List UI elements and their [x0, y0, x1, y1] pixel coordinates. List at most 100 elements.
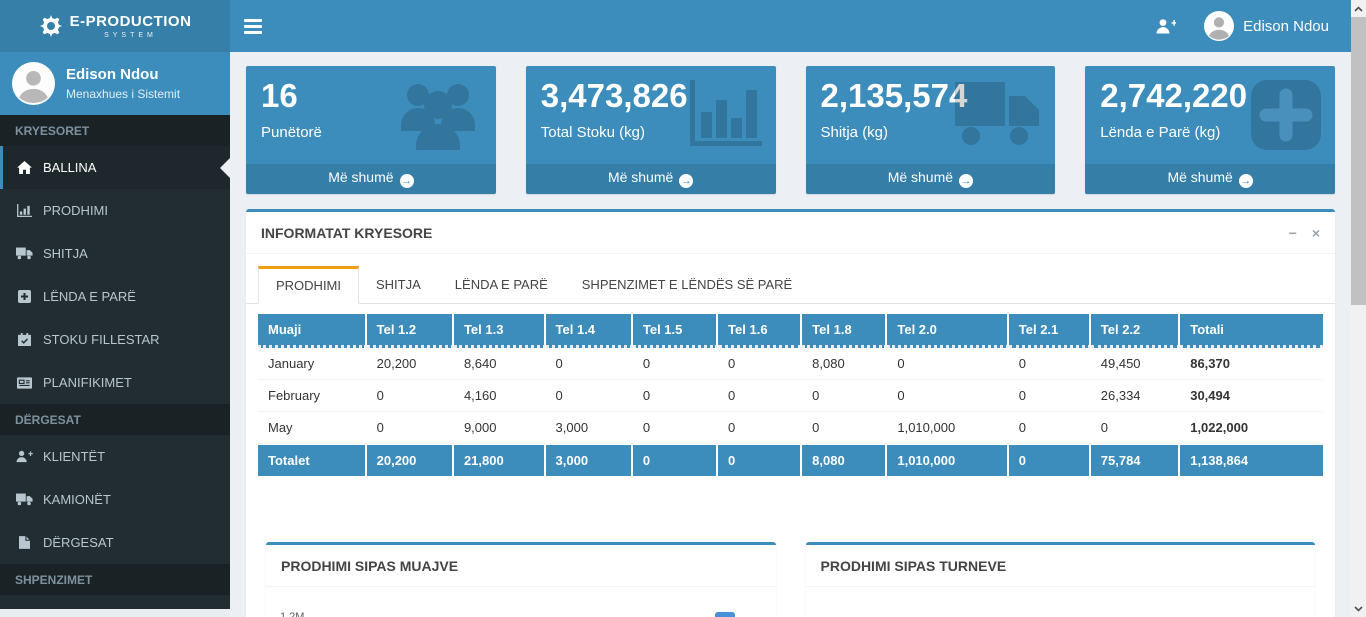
- app-root: E-PRODUCTION SYSTEM Edison Ndou Edison N…: [0, 0, 1366, 617]
- stat-cards-row: 16 Punëtorë Më shumë → 3,473,826 Total St…: [246, 66, 1335, 194]
- bar-chart-icon: [15, 204, 33, 217]
- column-header: Tel 1.6: [718, 314, 803, 348]
- menu-section-shpenzimet: SHPENZIMET: [0, 564, 230, 595]
- sidebar-item-klientet[interactable]: KLIENTËT: [0, 435, 230, 478]
- tab-lenda-e-pare[interactable]: LËNDA E PARË: [438, 266, 565, 304]
- sidebar-item-label: KLIENTËT: [43, 449, 106, 464]
- menu-section-dergesat: DËRGESAT: [0, 404, 230, 435]
- more-link[interactable]: Më shumë →: [1085, 164, 1335, 194]
- sidebar-menu: KRYESORET BALLINA PRODHIMI SHITJA LËNDA …: [0, 115, 230, 595]
- sidebar-item-planifikimet[interactable]: PLANIFIKIMET: [0, 361, 230, 404]
- sidebar-item-shitja[interactable]: SHITJA: [0, 232, 230, 275]
- sidebar-toggle-button[interactable]: [230, 0, 276, 52]
- sidebar-item-label: SHITJA: [43, 246, 88, 261]
- cell-month: May: [258, 412, 367, 444]
- cell-month: January: [258, 348, 367, 380]
- chart-area: 1.2M: [280, 611, 762, 617]
- more-link[interactable]: Më shumë →: [246, 164, 496, 194]
- navbar: Edison Ndou: [230, 0, 1351, 52]
- table-header-row: Muaji Tel 1.2 Tel 1.3 Tel 1.4 Tel 1.5 Te…: [258, 314, 1323, 348]
- brand-name: E-PRODUCTION: [69, 12, 192, 30]
- avatar: [12, 62, 55, 105]
- production-table: Muaji Tel 1.2 Tel 1.3 Tel 1.4 Tel 1.5 Te…: [258, 314, 1323, 476]
- app-logo[interactable]: E-PRODUCTION SYSTEM: [0, 0, 230, 52]
- column-header: Tel 1.2: [366, 314, 454, 348]
- stat-card-shitja: 2,135,574 Shitja (kg) Më shumë →: [805, 66, 1056, 194]
- arrow-circle-right-icon: →: [959, 174, 974, 188]
- stat-card-lenda-e-pare: 2,742,220 Lënda e Parë (kg) Më shumë →: [1085, 66, 1335, 194]
- collapse-icon[interactable]: −: [1289, 225, 1297, 241]
- menu-section-kryesoret: KRYESORET: [0, 115, 230, 146]
- arrow-circle-right-icon: →: [399, 174, 414, 188]
- sidebar-item-label: LËNDA E PARË: [43, 289, 136, 304]
- sidebar-item-label: DËRGESAT: [43, 535, 114, 550]
- calendar-check-icon: [15, 333, 33, 346]
- sidebar-item-kamionet[interactable]: KAMIONËT: [0, 478, 230, 521]
- cell-total: 1,022,000: [1180, 412, 1323, 444]
- column-header: Tel 1.4: [545, 314, 633, 348]
- cell-total: 86,370: [1180, 348, 1323, 380]
- scrollbar-thumb[interactable]: [1351, 17, 1366, 305]
- tab-bar: PRODHIMI SHITJA LËNDA E PARË SHPENZIMET …: [246, 266, 1335, 304]
- user-plus-icon: [15, 450, 33, 463]
- table-totals-row: Totalet 20,200 21,800 3,000 0 0 8,080 1,…: [258, 444, 1323, 476]
- scroll-up-button[interactable]: [1351, 0, 1366, 17]
- charts-row: PRODHIMI SIPAS MUAJVE 1.2M PRODHIMI SIPA…: [266, 542, 1315, 617]
- bar-chart-icon: [684, 78, 764, 152]
- column-header: Tel 2.1: [1008, 314, 1091, 348]
- sidebar-item-label: BALLINA: [43, 160, 97, 175]
- plus-square-icon: [1249, 78, 1323, 152]
- y-axis-tick: 1.2M: [280, 611, 305, 617]
- tab-prodhimi[interactable]: PRODHIMI: [258, 266, 359, 304]
- more-link[interactable]: Më shumë →: [805, 164, 1056, 194]
- sidebar: Edison Ndou Menaxhues i Sistemit KRYESOR…: [0, 52, 230, 609]
- user-plus-icon[interactable]: [1156, 18, 1177, 34]
- cell-month: February: [258, 380, 367, 412]
- arrow-circle-right-icon: →: [679, 174, 694, 188]
- tab-shpenzimet-e-lendes[interactable]: SHPENZIMET E LËNDËS SË PARË: [565, 266, 809, 304]
- topbar: E-PRODUCTION SYSTEM Edison Ndou: [0, 0, 1351, 52]
- column-header: Totali: [1180, 314, 1323, 348]
- column-header: Tel 1.8: [802, 314, 888, 348]
- sidebar-item-label: PLANIFIKIMET: [43, 375, 132, 390]
- chart-prodhimi-sipas-turneve: PRODHIMI SIPAS TURNEVE: [805, 542, 1315, 617]
- column-header: Tel 2.0: [887, 314, 1009, 348]
- avatar: [1204, 11, 1235, 41]
- truck-icon: [951, 78, 1043, 148]
- tab-shitja[interactable]: SHITJA: [359, 266, 438, 304]
- user-menu[interactable]: Edison Ndou: [1204, 11, 1329, 41]
- sidebar-item-label: PRODHIMI: [43, 203, 108, 218]
- sidebar-user-role: Menaxhues i Sistemit: [66, 87, 181, 101]
- truck-icon: [15, 493, 33, 506]
- sidebar-item-label: STOKU FILLESTAR: [43, 332, 160, 347]
- column-header: Tel 1.5: [632, 314, 719, 348]
- more-link[interactable]: Më shumë →: [525, 164, 776, 194]
- sidebar-item-prodhimi[interactable]: PRODHIMI: [0, 189, 230, 232]
- cell-total: 30,494: [1180, 380, 1323, 412]
- truck-icon: [15, 247, 33, 260]
- sidebar-user-name: Edison Ndou: [66, 66, 159, 83]
- panel-title: INFORMATAT KRYESORE: [261, 225, 433, 241]
- informatat-kryesore-panel: INFORMATAT KRYESORE − × PRODHIMI SHITJA …: [246, 209, 1335, 617]
- chart-title: PRODHIMI SIPAS TURNEVE: [805, 545, 1315, 587]
- stat-card-punetore: 16 Punëtorë Më shumë →: [246, 66, 496, 194]
- vertical-scrollbar[interactable]: [1351, 0, 1366, 617]
- gear-icon: [39, 14, 63, 38]
- topbar-user-name: Edison Ndou: [1243, 17, 1329, 35]
- close-icon[interactable]: ×: [1312, 225, 1320, 241]
- column-header: Tel 1.3: [453, 314, 546, 348]
- scroll-down-button[interactable]: [1351, 600, 1366, 617]
- sidebar-item-dergesat[interactable]: DËRGESAT: [0, 521, 230, 564]
- chart-title: PRODHIMI SIPAS MUAJVE: [266, 545, 776, 587]
- sidebar-item-lenda-e-pare[interactable]: LËNDA E PARË: [0, 275, 230, 318]
- legend-swatch[interactable]: [714, 612, 735, 617]
- chart-prodhimi-sipas-muajve: PRODHIMI SIPAS MUAJVE 1.2M: [266, 542, 776, 617]
- users-icon: [392, 78, 484, 152]
- sidebar-user-panel: Edison Ndou Menaxhues i Sistemit: [0, 52, 230, 115]
- sidebar-item-ballina[interactable]: BALLINA: [0, 146, 230, 189]
- home-icon: [15, 161, 33, 174]
- main-content: 16 Punëtorë Më shumë → 3,473,826 Total St…: [230, 52, 1351, 617]
- sidebar-item-label: KAMIONËT: [43, 492, 111, 507]
- sidebar-item-stoku-fillestar[interactable]: STOKU FILLESTAR: [0, 318, 230, 361]
- column-header: Tel 2.2: [1090, 314, 1181, 348]
